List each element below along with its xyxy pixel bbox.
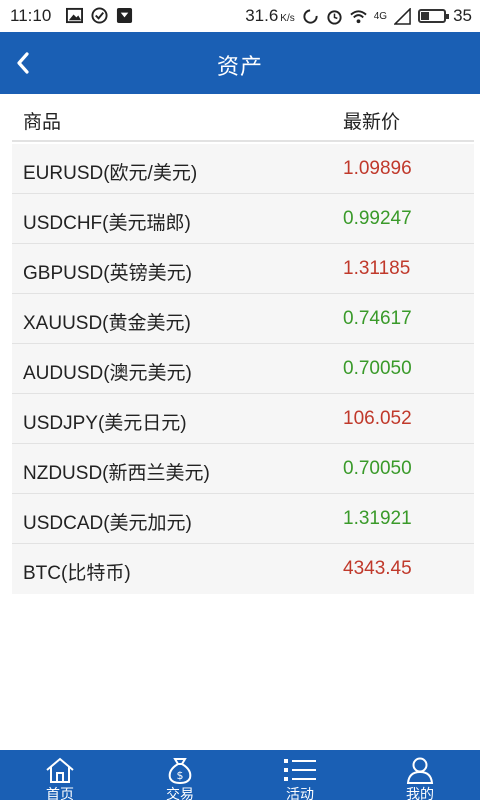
asset-price: 4343.45 <box>343 558 412 579</box>
list-icon <box>284 759 316 781</box>
home-icon <box>46 757 74 783</box>
nav-bar: 资产 <box>0 32 480 94</box>
user-icon <box>406 757 434 784</box>
asset-name: BTC(比特币) <box>23 563 131 584</box>
check-circle-icon <box>91 7 108 24</box>
asset-price: 1.09896 <box>343 158 412 179</box>
asset-name: USDJPY(美元日元) <box>23 413 187 434</box>
tab-label: 交易 <box>166 786 194 800</box>
table-row[interactable]: GBPUSD(英镑美元) 1.31185 <box>12 244 474 294</box>
tab-activity[interactable]: 活动 <box>240 750 360 800</box>
battery-level: 35 <box>453 6 472 25</box>
tab-trade[interactable]: $ 交易 <box>120 750 240 800</box>
image-icon <box>66 7 83 24</box>
asset-name: GBPUSD(英镑美元) <box>23 263 192 284</box>
asset-price: 1.31921 <box>343 508 412 529</box>
table-row[interactable]: USDCAD(美元加元) 1.31921 <box>12 494 474 544</box>
status-notification-icons <box>66 7 133 24</box>
table-row[interactable]: EURUSD(欧元/美元) 1.09896 <box>12 144 474 194</box>
svg-text:$: $ <box>177 769 184 782</box>
asset-price: 0.74617 <box>343 308 412 329</box>
table-row[interactable]: USDJPY(美元日元) 106.052 <box>12 394 474 444</box>
table-row[interactable]: BTC(比特币) 4343.45 <box>12 544 474 594</box>
table-row[interactable]: USDCHF(美元瑞郎) 0.99247 <box>12 194 474 244</box>
sync-icon <box>303 8 318 24</box>
page-title: 资产 <box>216 54 263 79</box>
status-system-icons: 31.6 K/s 4G 35 <box>245 6 472 26</box>
tab-label: 首页 <box>46 786 74 800</box>
asset-price: 0.70050 <box>343 358 412 379</box>
asset-price: 1.31185 <box>343 258 411 279</box>
column-header-name: 商品 <box>23 112 62 133</box>
tab-home[interactable]: 首页 <box>0 750 120 800</box>
tab-label: 活动 <box>286 786 314 800</box>
table-row[interactable]: XAUUSD(黄金美元) 0.74617 <box>12 294 474 344</box>
bottom-tab-bar: 首页 $ 交易 活动 我的 <box>0 750 480 800</box>
battery-icon <box>418 9 450 23</box>
money-bag-icon: $ <box>168 758 192 784</box>
status-bar: 11:10 31.6 K/s 4G 35 <box>0 0 480 32</box>
asset-name: NZDUSD(新西兰美元) <box>23 463 210 484</box>
alarm-icon <box>327 9 342 25</box>
asset-name: AUDUSD(澳元美元) <box>23 363 192 384</box>
asset-name: EURUSD(欧元/美元) <box>23 163 198 184</box>
tab-profile[interactable]: 我的 <box>360 750 480 800</box>
wifi-icon <box>350 9 367 23</box>
table-header: 商品 最新价 <box>12 94 474 142</box>
asset-name: XAUUSD(黄金美元) <box>23 313 191 334</box>
asset-name: USDCHF(美元瑞郎) <box>23 213 191 234</box>
status-time: 11:10 <box>10 6 52 25</box>
asset-price: 0.99247 <box>343 208 412 229</box>
asset-list: EURUSD(欧元/美元) 1.09896 USDCHF(美元瑞郎) 0.992… <box>12 144 474 594</box>
network-type: 4G <box>373 10 388 22</box>
network-speed: 31.6 K/s <box>245 6 295 25</box>
download-box-icon <box>116 7 133 24</box>
asset-price: 0.70050 <box>343 458 412 479</box>
asset-name: USDCAD(美元加元) <box>23 513 192 534</box>
signal-icon <box>394 7 411 25</box>
table-row[interactable]: AUDUSD(澳元美元) 0.70050 <box>12 344 474 394</box>
table-row[interactable]: NZDUSD(新西兰美元) 0.70050 <box>12 444 474 494</box>
column-header-price: 最新价 <box>343 112 401 133</box>
tab-label: 我的 <box>406 786 434 800</box>
asset-price: 106.052 <box>343 408 412 429</box>
